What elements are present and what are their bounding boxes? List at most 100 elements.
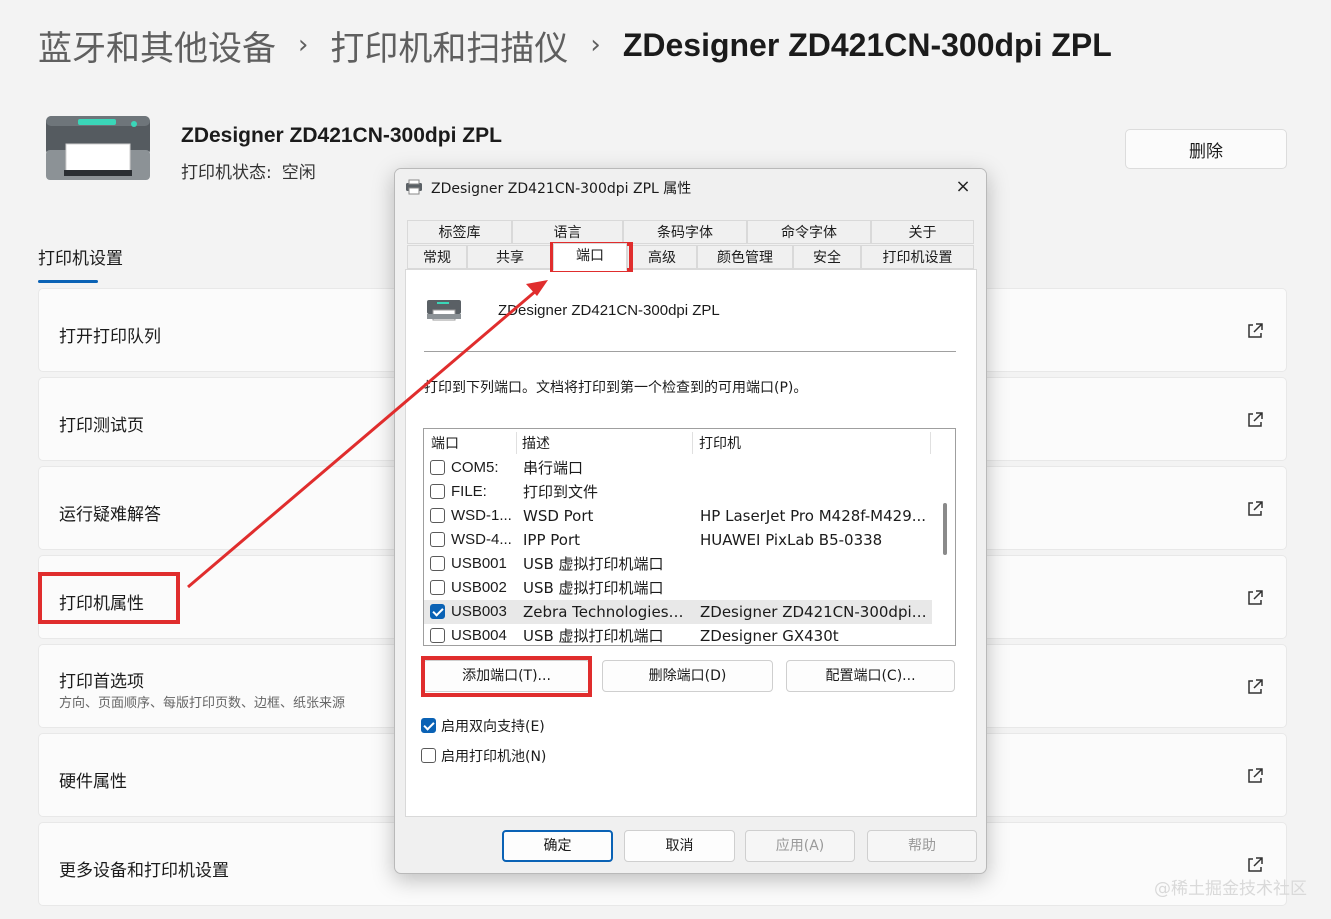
delete-printer-button[interactable]: 删除 bbox=[1125, 129, 1287, 169]
configure-port-button[interactable]: 配置端口(C)... bbox=[786, 660, 955, 692]
breadcrumb-bluetooth[interactable]: 蓝牙和其他设备 bbox=[38, 21, 276, 70]
dialog-printer-name: ZDesigner ZD421CN-300dpi ZPL bbox=[498, 302, 720, 319]
printer-icon bbox=[427, 300, 461, 321]
port-checkbox[interactable] bbox=[430, 556, 445, 571]
port-checkbox[interactable] bbox=[430, 484, 445, 499]
port-name: USB002 bbox=[451, 579, 507, 596]
port-description: WSD Port bbox=[523, 507, 594, 525]
setting-label: 打印首选项 bbox=[59, 672, 144, 692]
page-title: ZDesigner ZD421CN-300dpi ZPL bbox=[622, 26, 1112, 63]
pooling-label[interactable]: 启用打印机池(N) bbox=[441, 746, 546, 766]
tab-advanced[interactable]: 高级 bbox=[627, 245, 697, 269]
tab-about[interactable]: 关于 bbox=[871, 220, 974, 244]
port-name: FILE: bbox=[451, 483, 487, 500]
port-description: IPP Port bbox=[523, 531, 581, 549]
column-divider bbox=[692, 432, 693, 454]
port-printer: HUAWEI PixLab B5-0338 bbox=[700, 531, 883, 549]
open-external-icon bbox=[1248, 679, 1263, 694]
column-divider bbox=[516, 432, 517, 454]
column-header-port[interactable]: 端口 bbox=[431, 429, 459, 459]
printer-icon bbox=[406, 179, 422, 195]
section-underline bbox=[38, 280, 98, 283]
breadcrumb: 蓝牙和其他设备 › 打印机和扫描仪 › ZDesigner ZD421CN-30… bbox=[38, 20, 1112, 70]
setting-label: 运行疑难解答 bbox=[59, 505, 161, 525]
port-description: 串行端口 bbox=[523, 459, 584, 477]
port-checkbox[interactable] bbox=[430, 508, 445, 523]
scrollbar-thumb[interactable] bbox=[943, 503, 947, 555]
tab-barcode-fonts[interactable]: 条码字体 bbox=[623, 220, 747, 244]
tab-label-library[interactable]: 标签库 bbox=[407, 220, 512, 244]
add-port-button[interactable]: 添加端口(T)... bbox=[423, 660, 590, 692]
port-name: WSD-1... bbox=[451, 507, 512, 524]
ok-button[interactable]: 确定 bbox=[502, 830, 613, 862]
chevron-right-icon: › bbox=[590, 30, 601, 60]
apply-button[interactable]: 应用(A) bbox=[745, 830, 855, 862]
section-title: 打印机设置 bbox=[38, 249, 123, 269]
port-printer: HP LaserJet Pro M428f-M429... bbox=[700, 507, 927, 525]
printer-status-value: 空闲 bbox=[281, 163, 316, 183]
open-external-icon bbox=[1248, 323, 1263, 338]
setting-label: 打印机属性 bbox=[59, 594, 144, 614]
cancel-button[interactable]: 取消 bbox=[624, 830, 735, 862]
watermark: @稀土掘金技术社区 bbox=[1154, 879, 1307, 899]
printer-status: 打印机状态: 空闲 bbox=[181, 158, 316, 183]
port-description: USB 虚拟打印机端口 bbox=[523, 579, 664, 597]
port-row[interactable]: WSD-4... IPP Port HUAWEI PixLab B5-0338 bbox=[424, 528, 932, 552]
bidirectional-checkbox[interactable] bbox=[421, 718, 436, 733]
tab-security[interactable]: 安全 bbox=[793, 245, 861, 269]
tab-sharing[interactable]: 共享 bbox=[467, 245, 553, 269]
open-external-icon bbox=[1248, 590, 1263, 605]
printer-name: ZDesigner ZD421CN-300dpi ZPL bbox=[181, 124, 502, 147]
tab-ports[interactable]: 端口 bbox=[553, 243, 627, 271]
port-instruction: 打印到下列端口。文档将打印到第一个检查到的可用端口(P)。 bbox=[424, 380, 808, 396]
column-header-printer[interactable]: 打印机 bbox=[699, 429, 741, 459]
dialog-title: ZDesigner ZD421CN-300dpi ZPL 属性 bbox=[431, 181, 692, 197]
column-header-description[interactable]: 描述 bbox=[522, 429, 550, 459]
tab-color-management[interactable]: 颜色管理 bbox=[697, 245, 793, 269]
breadcrumb-printers[interactable]: 打印机和扫描仪 bbox=[330, 21, 568, 70]
column-divider bbox=[930, 432, 931, 454]
open-external-icon bbox=[1248, 857, 1263, 872]
setting-sublabel: 方向、页面顺序、每版打印页数、边框、纸张来源 bbox=[59, 696, 346, 711]
setting-label: 更多设备和打印机设置 bbox=[59, 861, 229, 881]
port-row[interactable]: USB004 USB 虚拟打印机端口 ZDesigner GX430t bbox=[424, 624, 932, 645]
port-name: WSD-4... bbox=[451, 531, 512, 548]
delete-port-button[interactable]: 删除端口(D) bbox=[602, 660, 773, 692]
port-name: USB004 bbox=[451, 627, 507, 644]
help-button[interactable]: 帮助 bbox=[867, 830, 977, 862]
open-external-icon bbox=[1248, 501, 1263, 516]
port-row[interactable]: USB002 USB 虚拟打印机端口 bbox=[424, 576, 932, 600]
tab-command-fonts[interactable]: 命令字体 bbox=[747, 220, 871, 244]
port-checkbox[interactable] bbox=[430, 532, 445, 547]
open-external-icon bbox=[1248, 412, 1263, 427]
port-row[interactable]: WSD-1... WSD Port HP LaserJet Pro M428f-… bbox=[424, 504, 932, 528]
printer-icon bbox=[46, 116, 150, 180]
port-checkbox[interactable] bbox=[430, 628, 445, 643]
port-row[interactable]: USB001 USB 虚拟打印机端口 bbox=[424, 552, 932, 576]
printer-status-label: 打印机状态: bbox=[181, 163, 272, 183]
port-checkbox[interactable] bbox=[430, 580, 445, 595]
port-row[interactable]: FILE: 打印到文件 bbox=[424, 480, 932, 504]
port-description: Zebra Technologies ... bbox=[523, 603, 687, 621]
port-description: USB 虚拟打印机端口 bbox=[523, 627, 664, 645]
pooling-checkbox[interactable] bbox=[421, 748, 436, 763]
bidirectional-label[interactable]: 启用双向支持(E) bbox=[441, 716, 545, 736]
port-description: USB 虚拟打印机端口 bbox=[523, 555, 664, 573]
close-icon[interactable]: × bbox=[952, 176, 974, 198]
port-name: USB001 bbox=[451, 555, 507, 572]
port-row-selected[interactable]: USB003 Zebra Technologies ... ZDesigner … bbox=[424, 600, 932, 624]
divider bbox=[424, 351, 956, 352]
port-checkbox[interactable] bbox=[430, 460, 445, 475]
setting-label: 打开打印队列 bbox=[59, 327, 161, 347]
port-list[interactable]: 端口 描述 打印机 COM5: 串行端口 FILE: 打印到文件 WSD-1..… bbox=[423, 428, 956, 646]
setting-label: 打印测试页 bbox=[59, 416, 144, 436]
tab-printer-settings[interactable]: 打印机设置 bbox=[861, 245, 974, 269]
dialog-titlebar: ZDesigner ZD421CN-300dpi ZPL 属性 × bbox=[395, 169, 986, 207]
port-row[interactable]: COM5: 串行端口 bbox=[424, 456, 932, 480]
tab-language[interactable]: 语言 bbox=[512, 220, 623, 244]
port-printer: ZDesigner ZD421CN-300dpi ... bbox=[700, 603, 930, 621]
port-checkbox-checked[interactable] bbox=[430, 604, 445, 619]
tab-general[interactable]: 常规 bbox=[407, 245, 467, 269]
port-description: 打印到文件 bbox=[523, 483, 599, 501]
chevron-right-icon: › bbox=[298, 30, 309, 60]
